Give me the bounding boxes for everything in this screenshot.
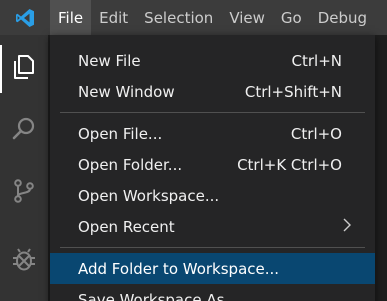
activity-source-control[interactable] [0,169,48,217]
chevron-right-icon [342,217,352,236]
menu-separator [60,247,365,248]
menu-item-label: Add Folder to Workspace... [78,259,280,278]
menu-item-label: New File [78,51,141,70]
menu-debug[interactable]: Debug [310,0,375,35]
explorer-files-icon [10,53,38,85]
activity-bar [0,35,48,301]
menu-item-label: Open File... [78,124,163,143]
vscode-logo-icon [0,0,50,35]
menu-separator [60,112,365,113]
menu-item-shortcut: Ctrl+O [290,124,342,143]
menu-selection[interactable]: Selection [136,0,221,35]
menu-item-open-recent[interactable]: Open Recent [50,211,375,242]
source-control-icon [10,177,38,209]
menu-file[interactable]: File [50,0,92,35]
activity-debug[interactable] [0,238,48,286]
menu-item-add-folder-to-workspace[interactable]: Add Folder to Workspace... [50,253,375,284]
activity-search[interactable] [0,107,48,155]
file-menu-dropdown: New File Ctrl+N New Window Ctrl+Shift+N … [50,35,375,301]
menu-item-label: Open Folder... [78,155,183,174]
menu-bar: File Edit Selection View Go Debug [0,0,387,35]
menu-item-label: Open Recent [78,217,175,236]
menu-item-save-workspace-as[interactable]: Save Workspace As... [50,284,375,301]
menu-item-open-workspace[interactable]: Open Workspace... [50,180,375,211]
search-icon [10,115,38,147]
menu-item-shortcut: Ctrl+N [291,51,342,70]
menu-go[interactable]: Go [273,0,310,35]
menu-item-label: Open Workspace... [78,186,220,205]
vscode-window: File Edit Selection View Go Debug New Fi… [0,0,387,301]
menu-item-open-file[interactable]: Open File... Ctrl+O [50,118,375,149]
debug-bug-icon [10,246,38,278]
menu-view[interactable]: View [221,0,273,35]
menu-item-open-folder[interactable]: Open Folder... Ctrl+K Ctrl+O [50,149,375,180]
menu-item-shortcut: Ctrl+K Ctrl+O [237,155,342,174]
menu-item-new-window[interactable]: New Window Ctrl+Shift+N [50,76,375,107]
menu-item-label: Save Workspace As... [78,290,239,301]
menu-item-label: New Window [78,82,175,101]
menu-item-shortcut: Ctrl+Shift+N [244,82,342,101]
menu-edit[interactable]: Edit [91,0,136,35]
menu-item-new-file[interactable]: New File Ctrl+N [50,45,375,76]
activity-explorer[interactable] [0,45,48,93]
